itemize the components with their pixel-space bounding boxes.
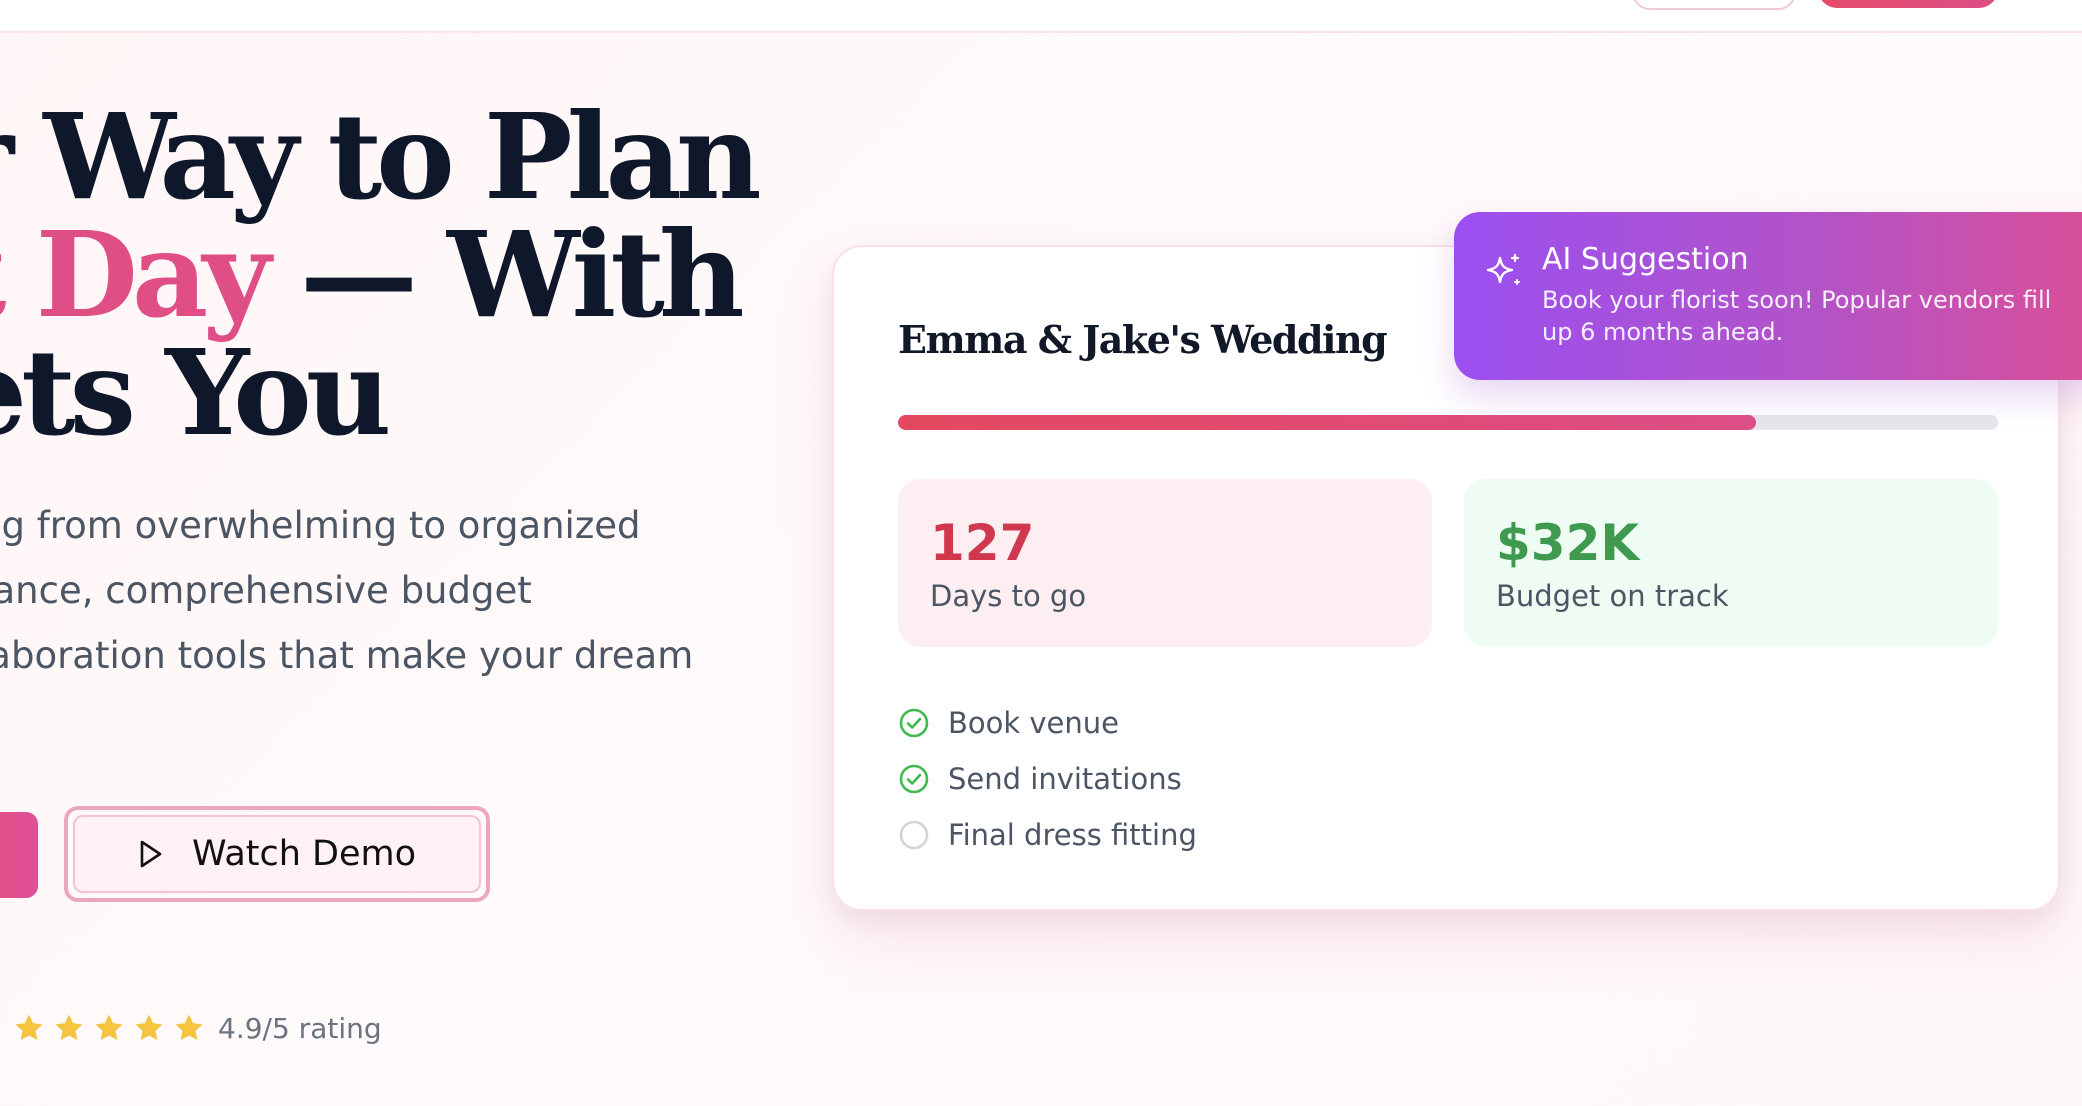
headline-line-1: r Way to Plan: [0, 87, 762, 226]
subtext-line-2: tance, comprehensive budget: [0, 569, 532, 612]
days-to-go-stat: 127 Days to go: [898, 479, 1432, 647]
rating-text: 4.9/5 rating: [218, 1011, 382, 1045]
star-icon: [175, 1014, 203, 1041]
top-navbar: [0, 0, 2082, 33]
headline-line-2: t Day — With: [0, 216, 756, 334]
wedding-title: Emma & Jake's Wedding: [898, 317, 1388, 362]
sparkle-icon: [1486, 253, 1520, 285]
subtext-line-1: ng from overwhelming to organized: [0, 504, 641, 547]
play-icon: [140, 840, 162, 868]
ai-suggestion-body: Book your florist soon! Popular vendors …: [1542, 286, 2052, 346]
planning-progress-fill: [898, 415, 1756, 430]
watch-demo-label: Watch Demo: [191, 834, 417, 874]
task-item: Send invitations: [898, 751, 1197, 807]
task-label: Send invitations: [948, 762, 1182, 796]
star-icon: [15, 1014, 43, 1041]
hero-subtext: ng from overwhelming to organized tance,…: [0, 493, 738, 688]
primary-cta-button[interactable]: [0, 812, 38, 898]
rating-row: 4.9/5 rating: [12, 1008, 382, 1048]
ai-suggestion-title: AI Suggestion: [1542, 242, 1749, 277]
check-circle-icon: [899, 764, 929, 794]
task-label: Final dress fitting: [948, 818, 1197, 852]
planning-progress-bar: [898, 415, 1998, 430]
empty-circle-icon: [899, 820, 929, 850]
task-item: Book venue: [898, 695, 1197, 751]
hero-headline: r Way to Plan t Day — With ets You: [0, 87, 762, 462]
star-icon: [95, 1014, 123, 1041]
task-label: Book venue: [948, 706, 1119, 740]
days-label: Days to go: [930, 579, 1087, 613]
nav-secondary-button[interactable]: [1632, 0, 1796, 10]
check-circle-icon: [899, 708, 929, 738]
days-value: 127: [930, 514, 1035, 572]
star-icon: [135, 1014, 163, 1041]
budget-label: Budget on track: [1496, 579, 1729, 613]
task-list: Book venue Send invitations Final dress …: [898, 695, 1197, 863]
watch-demo-inner: Watch Demo: [73, 815, 481, 893]
watch-demo-button[interactable]: Watch Demo: [64, 806, 490, 902]
budget-stat: $32K Budget on track: [1464, 479, 1998, 647]
ai-suggestion-card: AI Suggestion Book your florist soon! Po…: [1454, 212, 2082, 380]
budget-value: $32K: [1496, 514, 1640, 572]
subtext-line-3: laboration tools that make your dream: [0, 634, 694, 677]
star-icon: [55, 1014, 83, 1041]
headline-line-3: ets You: [0, 323, 392, 462]
nav-primary-button[interactable]: [1818, 0, 1998, 8]
task-item: Final dress fitting: [898, 807, 1197, 863]
